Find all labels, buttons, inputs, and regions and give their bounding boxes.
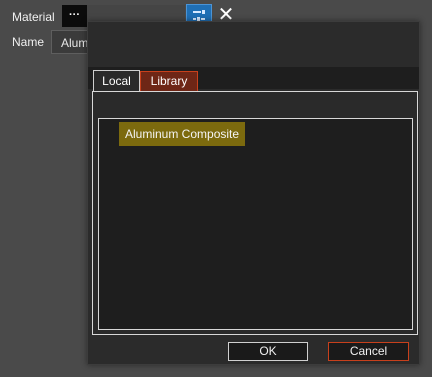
screen: Material ··· ✕ Name Alum Local Library A… [0,0,432,377]
name-label: Name [12,35,45,49]
material-label: Material [12,10,55,24]
ok-button[interactable]: OK [228,342,308,361]
tab-panel: Aluminum Composite [92,91,418,335]
material-list: Aluminum Composite [98,118,413,330]
material-dialog: Local Library Aluminum Composite OK Canc… [87,21,420,365]
more-options-button[interactable]: ··· [62,5,87,27]
cancel-button[interactable]: Cancel [328,342,409,361]
tab-local[interactable]: Local [93,70,140,93]
list-item[interactable]: Aluminum Composite [119,122,246,146]
tab-library[interactable]: Library [140,71,198,92]
name-field[interactable]: Alum [51,30,91,54]
